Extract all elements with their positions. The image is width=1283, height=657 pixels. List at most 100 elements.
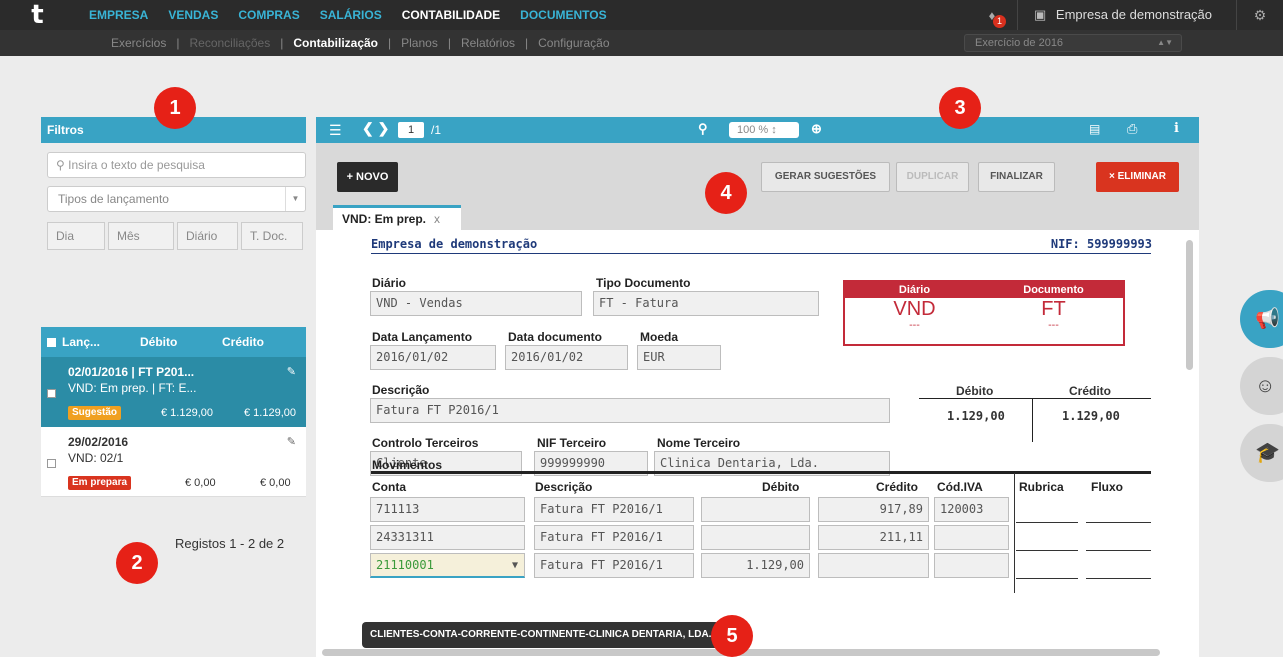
list-item[interactable]: 02/01/2016 | FT P201... VND: Em prep. | … [41,357,306,427]
menu-contabilidade[interactable]: CONTABILIDADE [402,8,500,22]
mov-debito[interactable]: 1.129,00 [701,553,810,578]
menu-salarios[interactable]: SALÁRIOS [320,8,382,22]
data-documento-field[interactable]: 2016/01/02 [505,345,628,370]
generate-suggestions-button[interactable]: GERAR SUGESTÕES [761,162,890,192]
print-icon[interactable]: ⎙ [1127,121,1137,137]
menu-empresa[interactable]: EMPRESA [89,8,148,22]
duplicate-button[interactable]: DUPLICAR [896,162,969,192]
fluxo-field[interactable] [1086,550,1151,551]
page-input[interactable]: 1 [398,122,424,138]
mov-conta[interactable]: 711113 [370,497,525,522]
summary-diario-label: Diário [898,284,931,296]
moeda-label: Moeda [640,330,679,344]
edit-icon[interactable]: ✎ [287,435,296,448]
header-debito[interactable]: Débito [140,335,222,349]
menu-vendas[interactable]: VENDAS [168,8,218,22]
col-cod-iva: Cód.IVA [937,480,983,494]
finalize-button[interactable]: FINALIZAR [978,162,1055,192]
fluxo-field[interactable] [1086,522,1151,523]
moeda-field[interactable]: EUR [637,345,721,370]
summary-values: VND FT [845,298,1123,320]
menu-documentos[interactable]: DOCUMENTOS [520,8,606,22]
rubrica-field[interactable] [1016,522,1078,523]
rubrica-field[interactable] [1016,578,1078,579]
descricao-field[interactable]: Fatura FT P2016/1 [370,398,890,423]
date-filter-buttons: Dia Mês Diário T. Doc. [47,222,306,250]
submenu-contabilizacao[interactable]: Contabilização [285,36,386,50]
filter-diario-button[interactable]: Diário [177,222,238,250]
delete-button[interactable]: × ELIMINAR [1096,162,1179,192]
support-icon[interactable]: ☺ [1240,357,1283,415]
pdf-icon[interactable]: ▤ [1089,122,1100,136]
graduation-cap-icon[interactable]: 🎓 [1240,424,1283,482]
submenu-relatorios[interactable]: Relatórios [453,36,523,50]
col-rubrica: Rubrica [1019,480,1064,494]
marker-3: 3 [939,87,981,129]
exercise-value: Exercício de 2016 [975,37,1064,49]
row-title: 29/02/2016 [68,435,129,449]
zoom-out-icon[interactable]: ⚲ [698,121,708,137]
header-lanc[interactable]: Lanç... [62,335,140,349]
megaphone-icon[interactable]: 📢 [1240,290,1283,348]
entry-types-select[interactable]: Tipos de lançamento ▼ [47,186,306,212]
gear-icon[interactable]: ⚙ [1237,7,1283,24]
page-nav-arrows[interactable]: ❮ ❯ [362,120,389,137]
submenu-planos[interactable]: Planos [393,36,446,50]
vertical-scrollbar[interactable] [1186,240,1193,370]
mov-debito[interactable] [701,525,810,550]
mov-conta-selected[interactable]: 21110001 ▼ [370,553,525,578]
data-documento-label: Data documento [508,330,603,344]
mov-credito[interactable]: 917,89 [818,497,929,522]
select-all-checkbox[interactable] [47,337,56,347]
data-lancamento-field[interactable]: 2016/01/02 [370,345,496,370]
submenu-separator: | [447,36,451,50]
fluxo-field[interactable] [1086,578,1151,579]
close-icon[interactable]: x [434,212,440,226]
rubrica-field[interactable] [1016,550,1078,551]
mov-iva[interactable]: 120003 [934,497,1009,522]
zoom-in-icon[interactable]: ⊕ [811,121,822,137]
mov-iva[interactable] [934,553,1009,578]
document-tab[interactable]: VND: Em prep. x [333,205,461,230]
col-descricao: Descrição [535,480,593,494]
submenu-configuracao[interactable]: Configuração [530,36,617,50]
filter-mes-button[interactable]: Mês [108,222,174,250]
chevron-down-icon[interactable]: ▼ [512,554,518,577]
exercise-select[interactable]: Exercício de 2016 ▲▼ [964,34,1182,52]
tipo-documento-field[interactable]: FT - Fatura [593,291,819,316]
mov-descricao[interactable]: Fatura FT P2016/1 [534,497,694,522]
mov-credito[interactable] [818,553,929,578]
filter-tdoc-button[interactable]: T. Doc. [241,222,303,250]
mov-conta[interactable]: 24331311 [370,525,525,550]
action-bar: + NOVO GERAR SUGESTÕES DUPLICAR FINALIZA… [316,143,1199,230]
row-checkbox[interactable] [47,459,56,468]
mov-descricao[interactable]: Fatura FT P2016/1 [534,553,694,578]
mov-debito[interactable] [701,497,810,522]
info-icon[interactable]: i [1174,121,1179,136]
company-selector[interactable]: ▣ Empresa de demonstração [1017,0,1237,30]
row-checkbox[interactable] [47,389,56,398]
zoom-select[interactable]: 100 % ↕ [729,122,799,138]
zoom-value: 100 % [737,124,769,136]
header-credito[interactable]: Crédito [222,335,264,349]
submenu-exercicios[interactable]: Exercícios [103,36,174,50]
diario-field[interactable]: VND - Vendas [370,291,582,316]
movimentos-divider [371,471,1151,474]
search-input[interactable]: ⚲ Insira o texto de pesquisa [47,152,306,178]
main-menu-bar: t EMPRESA VENDAS COMPRAS SALÁRIOS CONTAB… [0,0,1283,30]
filter-dia-button[interactable]: Dia [47,222,105,250]
mov-descricao[interactable]: Fatura FT P2016/1 [534,525,694,550]
app-logo[interactable]: t [0,0,75,30]
menu-icon[interactable]: ☰ [329,122,342,139]
new-button[interactable]: + NOVO [337,162,398,192]
edit-icon[interactable]: ✎ [287,365,296,378]
col-debito: Débito [762,480,800,494]
movimentos-heading: Movimentos [372,458,443,472]
mov-iva[interactable] [934,525,1009,550]
mov-credito[interactable]: 211,11 [818,525,929,550]
list-item[interactable]: 29/02/2016 VND: 02/1 ✎ Em prepara € 0,00… [41,427,306,497]
marker-5: 5 [711,615,753,657]
menu-compras[interactable]: COMPRAS [238,8,299,22]
notifications-button[interactable]: ♦ 1 [967,8,1017,28]
submenu-reconciliacoes[interactable]: Reconciliações [181,36,278,50]
